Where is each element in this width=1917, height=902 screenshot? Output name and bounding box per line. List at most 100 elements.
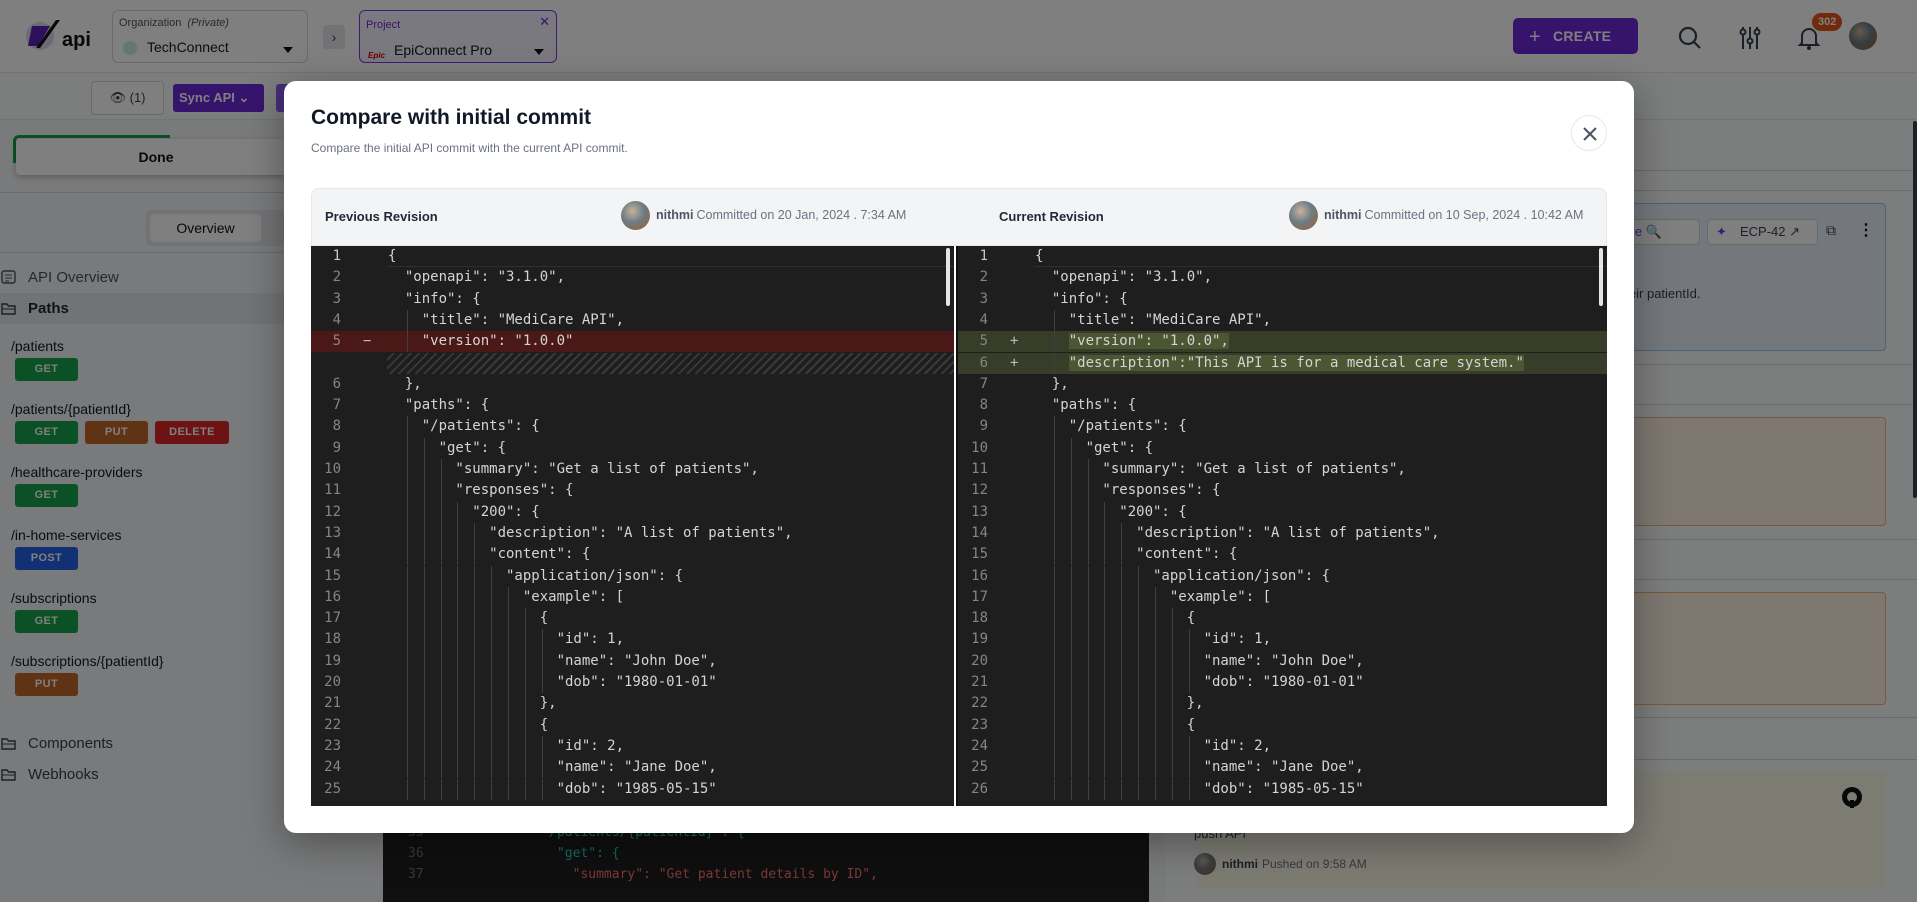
- indent-guide: [1121, 693, 1123, 715]
- diff-line: 10 "summary": "Get a list of patients",: [311, 459, 954, 481]
- indent-guide: [440, 693, 442, 715]
- indent-guide: [1053, 778, 1055, 800]
- indent-guide: [423, 480, 425, 502]
- indent-guide: [1053, 714, 1055, 736]
- indent-guide: [440, 650, 442, 672]
- indent-guide: [1138, 735, 1140, 758]
- indent-guide: [440, 608, 442, 630]
- diff-line: 11 "responses": {: [311, 480, 954, 502]
- line-number: 16: [324, 588, 341, 605]
- indent-guide: [406, 544, 408, 566]
- code-text: "title": "MediCare API",: [1035, 311, 1272, 328]
- indent-guide: [1053, 522, 1055, 545]
- indent-guide: [1104, 629, 1106, 651]
- code-text: },: [388, 695, 557, 712]
- diff-placeholder-row: [387, 352, 954, 374]
- indent-guide: [1104, 544, 1106, 566]
- diff-line: 10 "get": {: [958, 437, 1607, 459]
- diff-line: 26 "dob": "1985-05-15": [958, 778, 1607, 800]
- indent-guide: [508, 608, 510, 630]
- indent-guide: [1087, 522, 1089, 545]
- indent-guide: [440, 586, 442, 609]
- indent-guide: [406, 629, 408, 651]
- diff-line: 12 "200": {: [311, 501, 954, 523]
- code-text: "application/json": {: [1035, 567, 1331, 584]
- line-number: 4: [332, 311, 341, 328]
- previous-revision-code[interactable]: 1{2 "openapi": "3.1.0", 3 "info": {4 "tit…: [311, 246, 954, 806]
- line-number: 7: [979, 375, 988, 392]
- code-text: "name": "Jane Doe",: [388, 759, 717, 776]
- code-text: "description": "A list of patients",: [388, 524, 793, 541]
- indent-guide: [457, 735, 459, 758]
- indent-guide: [474, 608, 476, 630]
- indent-guide: [1155, 586, 1157, 609]
- indent-guide: [457, 650, 459, 672]
- indent-guide: [406, 501, 408, 523]
- indent-guide: [524, 757, 526, 779]
- indent-guide: [1070, 437, 1072, 459]
- indent-guide: [423, 757, 425, 779]
- indent-guide: [1104, 714, 1106, 736]
- indent-guide: [406, 757, 408, 779]
- code-text: "summary": "Get a list of patients",: [388, 461, 759, 477]
- indent-guide: [1053, 735, 1055, 758]
- indent-guide: [1121, 565, 1123, 587]
- indent-guide: [1138, 650, 1140, 672]
- indent-guide: [1053, 331, 1055, 353]
- line-number: 20: [971, 652, 988, 669]
- diff-line: 6 + "description":"This API is for a medi…: [958, 352, 1607, 374]
- diff-line: 16 "application/json": {: [958, 565, 1607, 587]
- diff-line: 3 "info": {: [311, 289, 954, 310]
- indent-guide: [474, 757, 476, 779]
- indent-guide: [423, 565, 425, 587]
- indent-guide: [508, 714, 510, 736]
- indent-guide: [1188, 672, 1190, 694]
- indent-guide: [541, 672, 543, 694]
- indent-guide: [1155, 778, 1157, 800]
- indent-guide: [1104, 650, 1106, 672]
- indent-guide: [1155, 629, 1157, 651]
- indent-guide: [1121, 672, 1123, 694]
- indent-guide: [1104, 586, 1106, 609]
- line-number: 6: [332, 375, 341, 392]
- code-text: "paths": {: [388, 397, 490, 414]
- added-marker-icon: +: [1010, 354, 1019, 371]
- line-number: 9: [332, 439, 341, 456]
- indent-guide: [1121, 544, 1123, 566]
- indent-guide: [1053, 650, 1055, 672]
- line-number: 26: [971, 780, 988, 797]
- indent-guide: [1070, 459, 1072, 481]
- indent-guide: [524, 778, 526, 800]
- indent-guide: [524, 650, 526, 672]
- indent-guide: [423, 693, 425, 715]
- indent-guide: [406, 586, 408, 609]
- indent-guide: [474, 544, 476, 566]
- indent-guide: [1087, 608, 1089, 630]
- indent-guide: [508, 735, 510, 758]
- indent-guide: [1138, 714, 1140, 736]
- indent-guide: [1155, 757, 1157, 779]
- indent-guide: [423, 629, 425, 651]
- current-revision-code[interactable]: 1{2 "openapi": "3.1.0", 3 "info": {4 "tit…: [956, 246, 1607, 806]
- indent-guide: [1121, 778, 1123, 800]
- code-text: "/patients": {: [388, 418, 540, 435]
- diff-line: 21 },: [311, 693, 954, 715]
- diff-line: 15 "application/json": {: [311, 565, 954, 587]
- line-number: 19: [971, 631, 988, 648]
- code-text: "openapi": "3.1.0",: [388, 269, 566, 286]
- indent-guide: [1087, 693, 1089, 715]
- code-text: "title": "MediCare API",: [388, 311, 625, 328]
- indent-guide: [1155, 735, 1157, 758]
- close-button[interactable]: [1571, 115, 1607, 151]
- line-number: 15: [971, 546, 988, 563]
- indent-guide: [1188, 629, 1190, 651]
- indent-guide: [1104, 608, 1106, 630]
- indent-guide: [1171, 608, 1173, 630]
- indent-guide: [1053, 565, 1055, 587]
- indent-guide: [1087, 459, 1089, 481]
- code-text: "get": {: [388, 439, 507, 456]
- indent-guide: [406, 416, 408, 438]
- line-number: 23: [971, 716, 988, 733]
- indent-guide: [1070, 693, 1072, 715]
- indent-guide: [524, 693, 526, 715]
